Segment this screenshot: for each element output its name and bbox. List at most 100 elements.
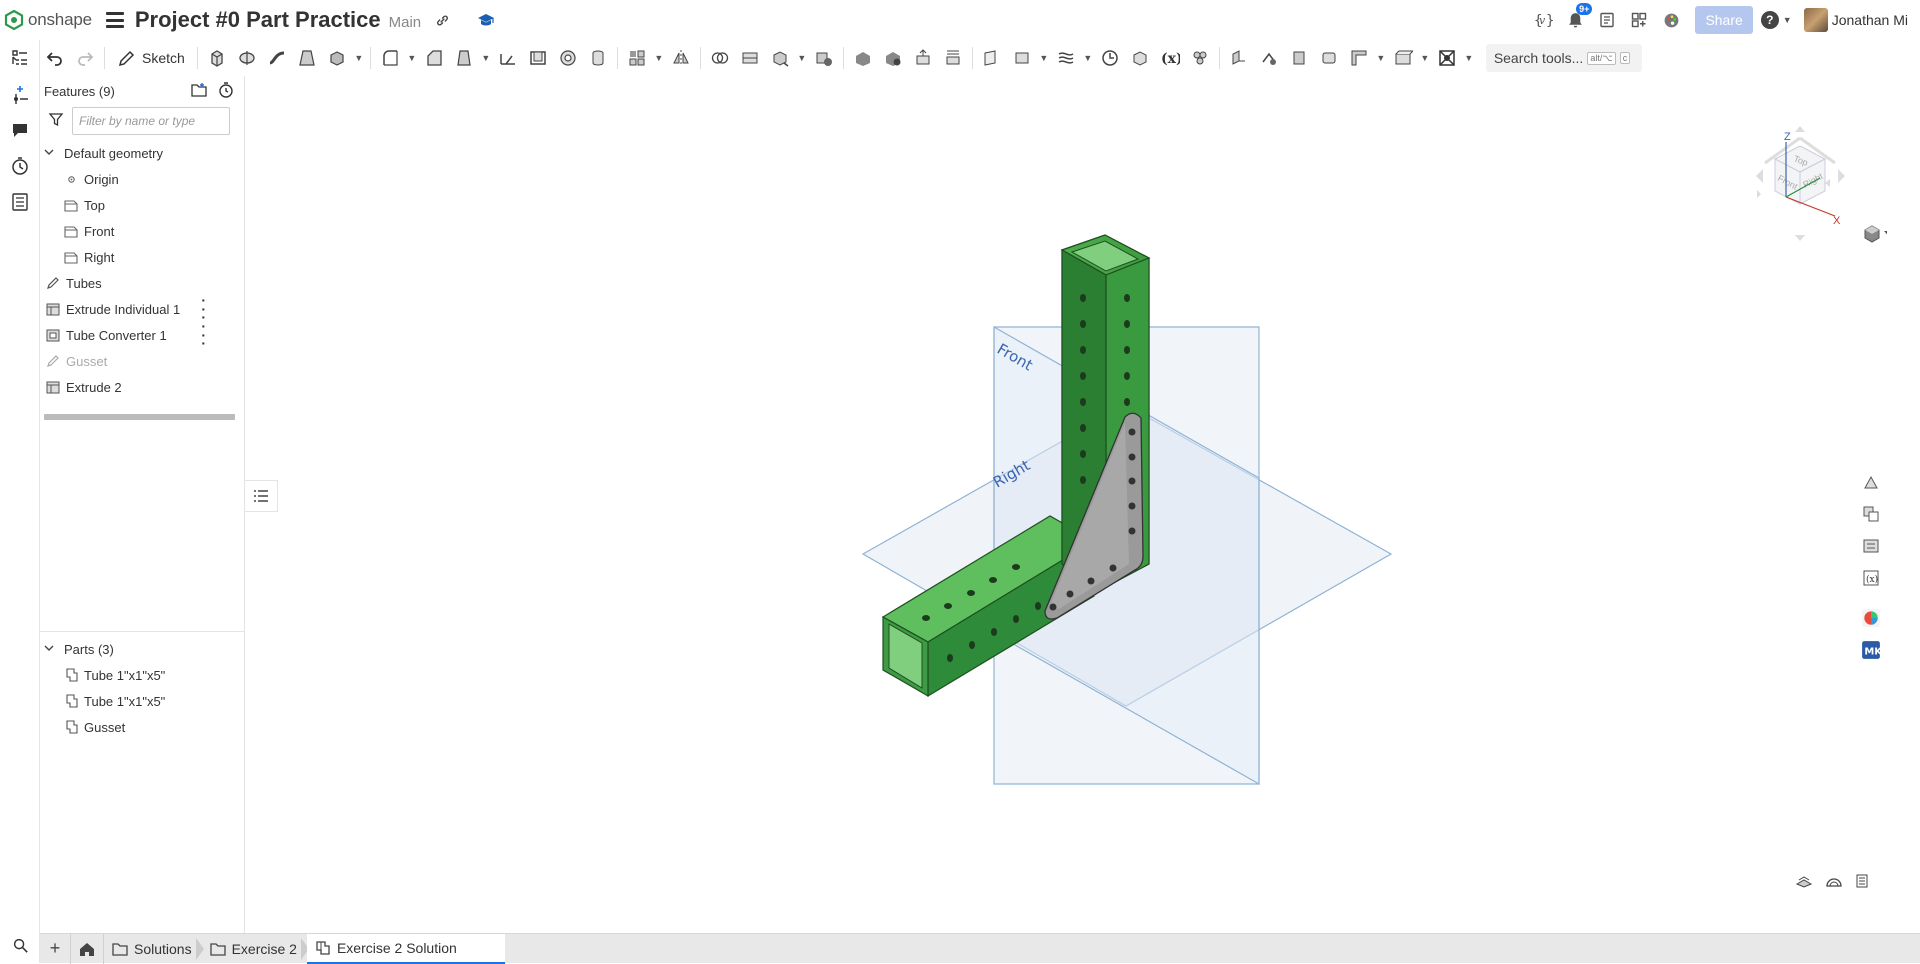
redo-icon[interactable] [72, 45, 98, 71]
mk-app-icon[interactable]: MK [1854, 634, 1887, 666]
flange-icon[interactable] [1256, 45, 1282, 71]
tree-item-right[interactable]: Right [40, 244, 244, 270]
chevron-down-icon[interactable]: ▼ [354, 53, 364, 63]
tree-item-top[interactable]: Top [40, 192, 244, 218]
extrude-icon[interactable] [204, 45, 230, 71]
tree-group-default-geometry[interactable]: Default geometry [40, 140, 244, 166]
variable-icon[interactable]: (x) [1157, 45, 1183, 71]
mass-properties-icon[interactable] [1854, 530, 1887, 562]
sheet-metal-icon[interactable] [1226, 45, 1252, 71]
appearance-icon[interactable] [1854, 466, 1887, 498]
link-icon[interactable] [433, 11, 451, 29]
home-icon[interactable] [70, 933, 104, 964]
render-app-icon[interactable] [1854, 602, 1887, 634]
replace-face-icon[interactable] [940, 45, 966, 71]
search-tools[interactable]: Search tools... alt/⌥ c [1485, 44, 1642, 72]
history-icon[interactable] [0, 148, 40, 184]
tree-item-tube-converter-1[interactable]: Tube Converter 1 · · · [40, 319, 244, 350]
rebuild-timer-icon[interactable] [218, 81, 234, 101]
part-item[interactable]: Tube 1"x1"x5" [40, 662, 245, 688]
comments-icon[interactable] [0, 112, 40, 148]
tree-item-tubes[interactable]: Tubes [40, 270, 244, 296]
breadcrumb-folder-exercise-2[interactable]: Exercise 2 [202, 934, 310, 964]
section-icon[interactable] [1127, 45, 1153, 71]
render-studio-icon[interactable] [1659, 8, 1683, 32]
parts-panel-icon[interactable] [1854, 498, 1887, 530]
chevron-down-icon[interactable]: ▼ [407, 53, 417, 63]
filter-icon[interactable] [48, 111, 64, 132]
variables-icon[interactable]: {v} [1531, 8, 1555, 32]
view-options-icon[interactable] [1434, 45, 1460, 71]
learning-center-icon[interactable] [477, 11, 495, 29]
feature-options-icon[interactable]: · · · [201, 319, 206, 350]
filter-input[interactable] [72, 107, 230, 135]
chamfer-icon[interactable] [421, 45, 447, 71]
mate-connector-icon[interactable] [1009, 45, 1035, 71]
chevron-down-icon[interactable]: ▼ [1420, 53, 1430, 63]
chevron-down-icon[interactable]: ▼ [797, 53, 807, 63]
shell-icon[interactable] [525, 45, 551, 71]
mirror-icon[interactable] [668, 45, 694, 71]
cylinder-icon[interactable] [585, 45, 611, 71]
document-title[interactable]: Project #0 Part Practice [135, 7, 381, 33]
tree-item-gusset[interactable]: Gusset [40, 348, 244, 374]
pattern-icon[interactable] [624, 45, 650, 71]
surface-icon[interactable] [1390, 45, 1416, 71]
search-parts-icon[interactable] [0, 927, 40, 963]
undo-icon[interactable] [42, 45, 68, 71]
view-cube[interactable]: Top Front Right Z X [1756, 126, 1845, 241]
hole-icon[interactable] [555, 45, 581, 71]
sweep-icon[interactable] [264, 45, 290, 71]
tree-item-extrude-individual-1[interactable]: Extrude Individual 1 · · · [40, 293, 244, 324]
notifications-icon[interactable]: 9+ [1563, 3, 1593, 32]
draft-icon[interactable] [451, 45, 477, 71]
tree-item-front[interactable]: Front [40, 218, 244, 244]
add-tab-icon[interactable]: + [40, 934, 70, 964]
part-item[interactable]: Tube 1"x1"x5" [40, 688, 245, 714]
delete-part-icon[interactable] [811, 45, 837, 71]
thicken-icon[interactable] [324, 45, 350, 71]
help-icon[interactable]: ? [1760, 11, 1779, 29]
helix-icon[interactable] [1053, 45, 1079, 71]
insert-feature-icon[interactable] [0, 76, 40, 112]
workspace-name[interactable]: Main [389, 14, 422, 31]
sketch-button[interactable]: Sketch [111, 45, 191, 71]
tree-group-parts[interactable]: Parts (3) [40, 636, 245, 662]
breadcrumb-folder-solutions[interactable]: Solutions [104, 934, 204, 964]
chevron-down-icon[interactable]: ▼ [1376, 53, 1386, 63]
frame-icon[interactable] [1346, 45, 1372, 71]
revolve-icon[interactable] [234, 45, 260, 71]
chevron-down-icon[interactable] [44, 147, 58, 160]
user-name[interactable]: Jonathan Mi [1832, 12, 1908, 28]
part-item[interactable]: Gusset [40, 714, 245, 740]
app-store-icon[interactable] [1627, 8, 1651, 32]
bill-of-materials-icon[interactable] [1595, 8, 1619, 32]
modify-fillet-icon[interactable] [850, 45, 876, 71]
explode-view-icon[interactable] [1855, 874, 1869, 893]
chevron-down-icon[interactable] [44, 643, 58, 656]
boolean-icon[interactable] [707, 45, 733, 71]
menu-icon[interactable] [105, 12, 124, 28]
transform-icon[interactable] [767, 45, 793, 71]
graphics-area[interactable]: Front Right Top Front Right Z X (x) MK [245, 76, 1891, 933]
share-button[interactable]: Share [1695, 6, 1753, 34]
chevron-down-icon[interactable]: ▼ [481, 53, 491, 63]
fillet-icon[interactable] [377, 45, 403, 71]
tab-icon[interactable] [1286, 45, 1312, 71]
rib-icon[interactable] [495, 45, 521, 71]
rollback-bar[interactable] [44, 414, 235, 420]
bend-icon[interactable] [1316, 45, 1342, 71]
split-icon[interactable] [737, 45, 763, 71]
model-view[interactable]: Front Right Top Front Right Z X [245, 76, 1891, 933]
plane-icon[interactable] [979, 45, 1005, 71]
loft-icon[interactable] [294, 45, 320, 71]
delete-face-icon[interactable] [880, 45, 906, 71]
tree-item-extrude-2[interactable]: Extrude 2 [40, 374, 244, 400]
avatar[interactable] [1803, 8, 1828, 32]
measure-icon[interactable] [1097, 45, 1123, 71]
tab-exercise-2-solution[interactable]: Exercise 2 Solution [306, 933, 505, 964]
onshape-logo[interactable]: onshape [4, 10, 92, 30]
chevron-down-icon[interactable]: ▼ [1783, 15, 1792, 25]
view-cube-menu-icon[interactable] [1864, 225, 1891, 243]
section-view-icon[interactable] [1795, 874, 1813, 893]
